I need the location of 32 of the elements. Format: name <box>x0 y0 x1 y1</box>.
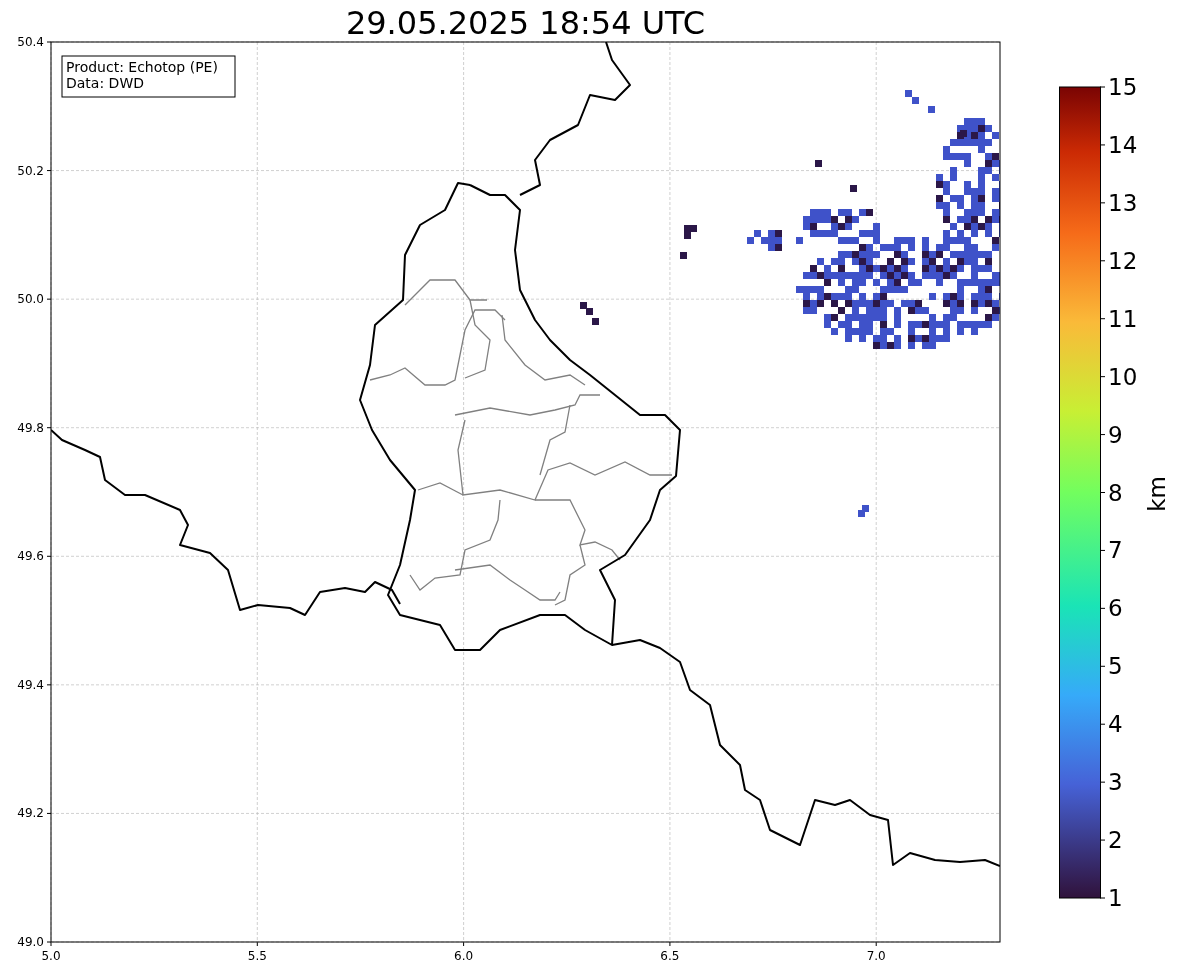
colorbar-tick-label: 11 <box>1108 305 1138 332</box>
colorbar-tick-label: 6 <box>1108 595 1123 622</box>
colorbar-tick-label: 10 <box>1108 363 1138 390</box>
colorbar-tick-label: 12 <box>1108 247 1138 274</box>
y-tick-label: 50.4 <box>17 35 44 49</box>
y-tick-label: 49.2 <box>17 806 44 821</box>
y-tick-label: 49.6 <box>17 549 44 564</box>
chart-title: 29.05.2025 18:54 UTC <box>345 4 706 42</box>
x-tick-label: 6.5 <box>660 949 680 963</box>
colorbar-tick-label: 4 <box>1108 711 1123 738</box>
y-tick-label: 50.2 <box>17 163 44 178</box>
info-text: Data: DWD <box>66 75 144 91</box>
colorbar-label: km <box>1144 476 1170 512</box>
colorbar-tick-label: 7 <box>1108 537 1123 564</box>
colorbar-tick-label: 15 <box>1108 74 1138 100</box>
y-tick-label: 49.4 <box>17 677 44 692</box>
y-tick-label: 50.0 <box>17 292 44 307</box>
x-tick-label: 7.0 <box>866 949 886 963</box>
x-tick-label: 5.0 <box>41 949 61 963</box>
y-tick-label: 49.8 <box>17 420 44 435</box>
y-tick-label: 49.0 <box>17 935 44 949</box>
colorbar-tick-label: 3 <box>1108 769 1123 796</box>
info-text: Product: Echotop (PE) <box>66 59 218 75</box>
colorbar-tick-label: 9 <box>1108 421 1123 448</box>
colorbar-tick-label: 13 <box>1108 189 1138 216</box>
colorbar-tick-label: 14 <box>1108 131 1138 158</box>
x-tick-label: 5.5 <box>247 949 267 963</box>
colorbar-tick-label: 1 <box>1108 885 1123 911</box>
colorbar-tick-label: 5 <box>1108 653 1123 680</box>
colorbar-tick-label: 8 <box>1108 479 1123 506</box>
colorbar-tick-label: 2 <box>1108 827 1123 854</box>
x-tick-label: 6.0 <box>454 949 474 963</box>
